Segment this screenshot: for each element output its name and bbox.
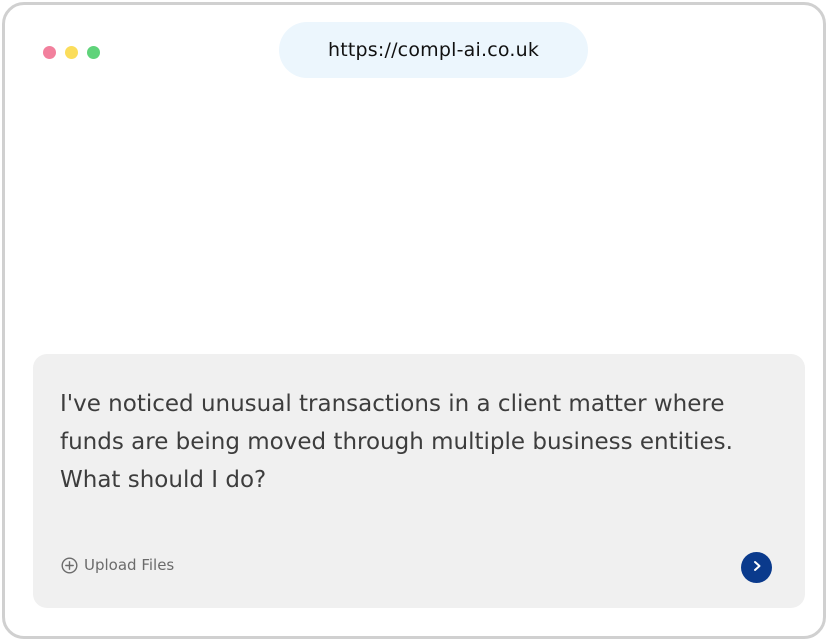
address-bar[interactable]: https://compl-ai.co.uk	[279, 22, 588, 78]
close-dot[interactable]	[43, 46, 56, 59]
window-controls	[43, 46, 100, 59]
upload-files-button[interactable]: Upload Files	[61, 556, 174, 574]
chat-input-panel: I've noticed unusual transactions in a c…	[33, 354, 805, 608]
maximize-dot[interactable]	[87, 46, 100, 59]
minimize-dot[interactable]	[65, 46, 78, 59]
send-button[interactable]	[741, 552, 772, 583]
plus-circle-icon	[61, 556, 78, 574]
url-text: https://compl-ai.co.uk	[327, 39, 540, 61]
prompt-text[interactable]: I've noticed unusual transactions in a c…	[60, 385, 780, 499]
upload-files-label: Upload Files	[84, 556, 175, 574]
chevron-right-icon	[751, 560, 763, 575]
browser-window: https://compl-ai.co.uk I've noticed unus…	[2, 2, 826, 639]
